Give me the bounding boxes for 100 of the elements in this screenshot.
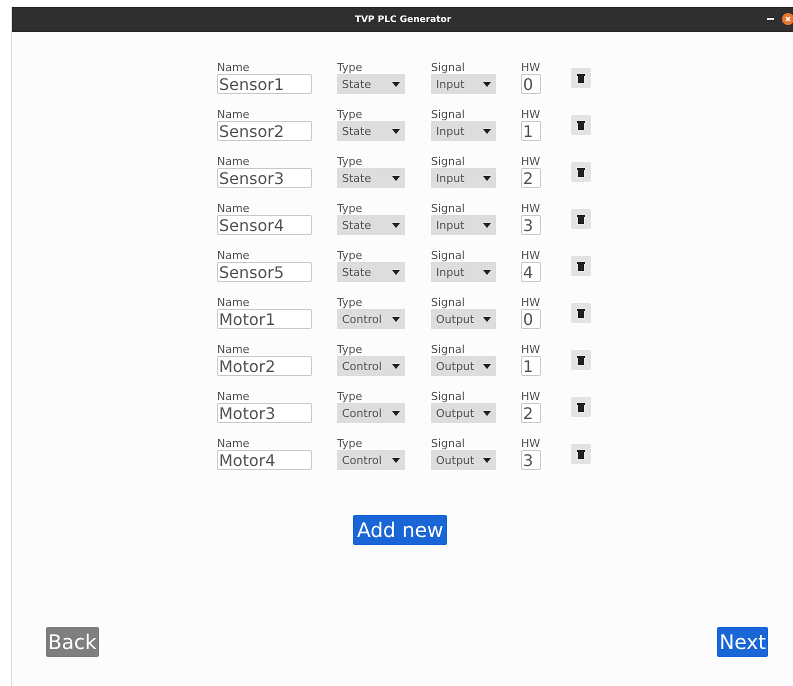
signal-dropdown[interactable]: Output <box>431 309 496 329</box>
hw-label: HW <box>521 250 542 262</box>
delete-button[interactable] <box>571 397 591 417</box>
hw-field[interactable]: 2 <box>521 403 541 423</box>
signal-dropdown[interactable]: Output <box>431 403 496 423</box>
hw-label: HW <box>521 391 542 403</box>
name-field[interactable]: Sensor2 <box>217 121 312 141</box>
name-label: Name <box>217 156 250 168</box>
hw-label: HW <box>521 156 542 168</box>
caret-icon <box>483 364 491 368</box>
name-field[interactable]: Sensor5 <box>217 262 312 282</box>
hw-field[interactable]: 3 <box>521 215 541 235</box>
delete-button[interactable] <box>571 303 591 323</box>
hw-field[interactable]: 0 <box>521 309 541 329</box>
type-label: Type <box>337 109 364 121</box>
hw-field[interactable]: 1 <box>521 121 541 141</box>
add-new-button[interactable]: Add new <box>353 515 448 545</box>
delete-button[interactable] <box>571 68 591 88</box>
trash-icon <box>577 308 585 318</box>
delete-button[interactable] <box>571 350 591 370</box>
name-field[interactable]: Motor2 <box>217 356 312 376</box>
hw-field[interactable]: 2 <box>521 168 541 188</box>
name-label: Name <box>217 438 250 450</box>
caret-icon <box>392 458 400 462</box>
hw-field[interactable]: 3 <box>521 450 541 470</box>
trash-icon <box>577 120 585 130</box>
caret-icon <box>392 410 400 416</box>
caret-icon <box>392 364 400 368</box>
caret-icon <box>483 458 491 462</box>
type-label: Type <box>337 156 364 168</box>
type-label: Type <box>337 62 364 74</box>
signal-label: Signal <box>431 438 466 450</box>
signal-dropdown[interactable]: Input <box>431 121 496 141</box>
hw-label: HW <box>521 62 542 74</box>
trash-icon <box>577 402 585 412</box>
trash-icon <box>577 356 585 364</box>
signal-dropdown[interactable]: Input <box>431 74 496 94</box>
name-label: Name <box>217 250 250 262</box>
signal-dropdown[interactable]: Input <box>431 168 496 188</box>
name-label: Name <box>217 391 250 403</box>
delete-button[interactable] <box>571 115 591 135</box>
caret-icon <box>392 128 400 134</box>
signal-dropdown[interactable]: Output <box>431 450 496 470</box>
trash-icon <box>577 214 585 224</box>
signal-dropdown[interactable]: Input <box>431 215 496 235</box>
signal-label: Signal <box>431 250 466 262</box>
type-label: Type <box>337 250 364 262</box>
hw-field[interactable]: 0 <box>521 74 541 94</box>
name-field[interactable]: Sensor1 <box>217 74 312 94</box>
hw-label: HW <box>521 344 542 356</box>
type-label: Type <box>337 344 364 356</box>
caret-icon <box>483 82 491 86</box>
type-dropdown[interactable]: Control <box>337 403 405 423</box>
type-dropdown[interactable]: State <box>337 262 405 282</box>
hw-label: HW <box>521 203 542 215</box>
name-field[interactable]: Motor4 <box>217 450 312 470</box>
type-dropdown[interactable]: Control <box>337 309 405 329</box>
caret-icon <box>483 128 491 134</box>
trash-icon <box>577 74 585 82</box>
name-field[interactable]: Motor1 <box>217 309 312 329</box>
name-label: Name <box>217 109 250 121</box>
type-label: Type <box>337 203 364 215</box>
delete-button[interactable] <box>571 256 591 276</box>
trash-icon <box>577 450 585 458</box>
name-label: Name <box>217 203 250 215</box>
hw-field[interactable]: 1 <box>521 356 541 376</box>
delete-button[interactable] <box>571 162 591 182</box>
type-dropdown[interactable]: State <box>337 168 405 188</box>
trash-icon <box>577 262 585 270</box>
name-field[interactable]: Motor3 <box>217 403 312 423</box>
hw-label: HW <box>521 297 542 309</box>
back-button[interactable]: Back <box>46 627 99 657</box>
caret-icon <box>483 316 491 322</box>
window-title: TVP PLC Generator <box>354 14 452 24</box>
signal-dropdown[interactable]: Output <box>431 356 496 376</box>
hw-label: HW <box>521 438 542 450</box>
name-label: Name <box>217 297 250 309</box>
type-label: Type <box>337 438 364 450</box>
caret-icon <box>483 410 491 416</box>
name-field[interactable]: Sensor3 <box>217 168 312 188</box>
caret-icon <box>392 82 400 86</box>
signal-dropdown[interactable]: Input <box>431 262 496 282</box>
name-label: Name <box>217 344 250 356</box>
type-dropdown[interactable]: State <box>337 121 405 141</box>
hw-label: HW <box>521 109 542 121</box>
next-button[interactable]: Next <box>717 627 768 657</box>
signal-label: Signal <box>431 391 466 403</box>
type-dropdown[interactable]: State <box>337 215 405 235</box>
delete-button[interactable] <box>571 209 591 229</box>
close-icon[interactable] <box>782 13 793 25</box>
type-dropdown[interactable]: Control <box>337 356 405 376</box>
caret-icon <box>483 270 491 274</box>
type-dropdown[interactable]: Control <box>337 450 405 470</box>
type-dropdown[interactable]: State <box>337 74 405 94</box>
delete-button[interactable] <box>571 444 591 464</box>
caret-icon <box>483 222 491 228</box>
hw-field[interactable]: 4 <box>521 262 541 282</box>
signal-label: Signal <box>431 344 466 356</box>
type-label: Type <box>337 297 364 309</box>
name-field[interactable]: Sensor4 <box>217 215 312 235</box>
